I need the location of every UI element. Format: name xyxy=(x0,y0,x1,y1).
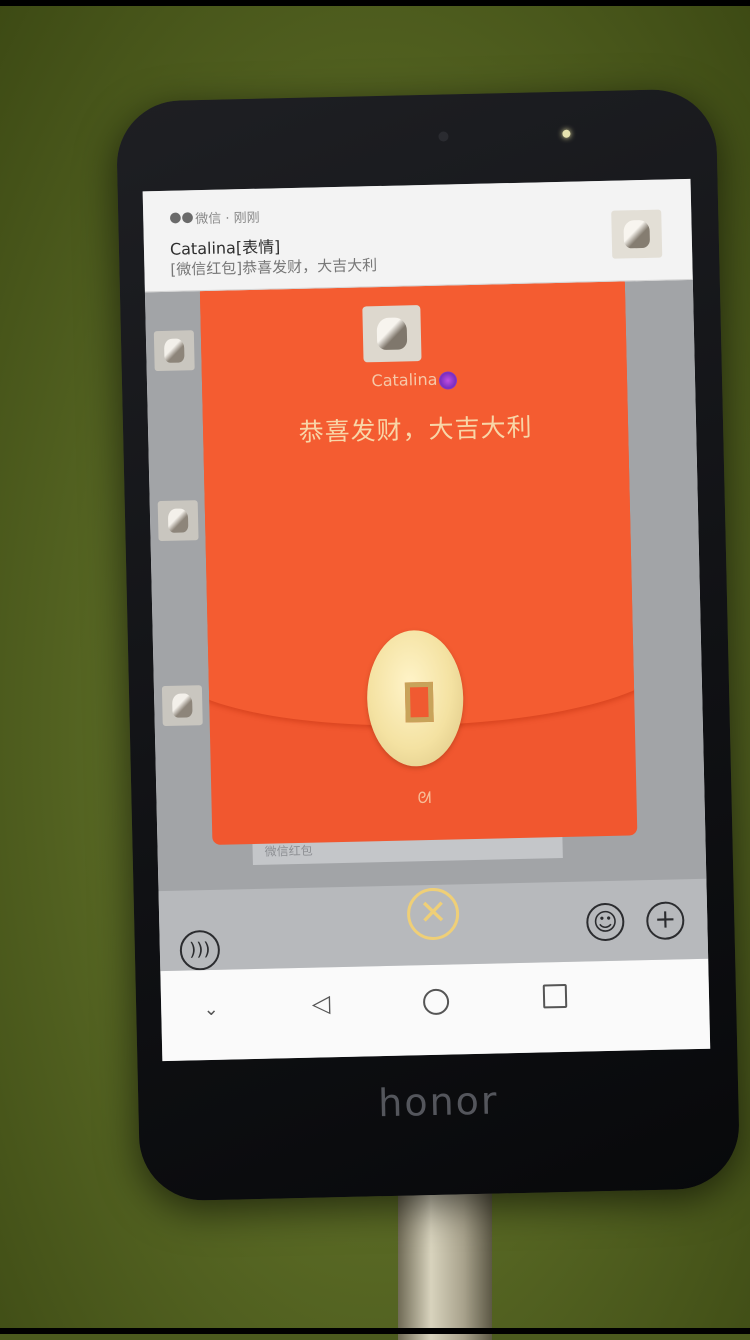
chat-avatar[interactable] xyxy=(161,685,203,727)
sensor-light xyxy=(562,129,571,138)
notification-app: 微信 · 刚刚 xyxy=(195,210,260,228)
usb-cable xyxy=(398,1180,492,1340)
top-letterbox xyxy=(0,0,750,6)
wechat-icon: ●● xyxy=(169,209,194,226)
sender-avatar xyxy=(362,305,422,363)
headset-icon: ᘛ xyxy=(417,787,432,808)
navigation-bar: ⌄ ◁ xyxy=(160,958,711,1062)
red-packet-card: Catalina 恭喜发财，大吉大利 ᘛ xyxy=(199,275,638,845)
photo-scene: 微信红包 ))) ☺ + Catalina 恭喜发财，大吉大利 ᘛ ✕ ●● 微… xyxy=(0,0,750,1340)
phone-screen: 微信红包 ))) ☺ + Catalina 恭喜发财，大吉大利 ᘛ ✕ ●● 微… xyxy=(142,178,711,1062)
brand-logo: honor xyxy=(377,1078,499,1126)
phone-body: 微信红包 ))) ☺ + Catalina 恭喜发财，大吉大利 ᘛ ✕ ●● 微… xyxy=(115,88,741,1202)
notification-banner[interactable]: ●● 微信 · 刚刚 Catalina[表情] [微信红包]恭喜发财，大吉大利 xyxy=(142,178,693,293)
front-camera xyxy=(438,131,449,142)
bottom-letterbox xyxy=(0,1328,750,1334)
swirl-emoji-icon xyxy=(439,370,458,390)
notification-body: [微信红包]恭喜发财，大吉大利 xyxy=(170,256,378,279)
back-icon[interactable]: ◁ xyxy=(307,989,336,1018)
chat-avatar[interactable] xyxy=(153,330,195,372)
recent-apps-icon[interactable] xyxy=(542,983,568,1009)
notification-thumbnail xyxy=(611,209,663,259)
sender-name-label: Catalina xyxy=(371,369,438,391)
chat-avatar[interactable] xyxy=(157,500,199,542)
coin-icon xyxy=(404,681,434,723)
home-icon[interactable] xyxy=(422,988,450,1016)
chevron-down-icon[interactable]: ⌄ xyxy=(201,999,221,1020)
